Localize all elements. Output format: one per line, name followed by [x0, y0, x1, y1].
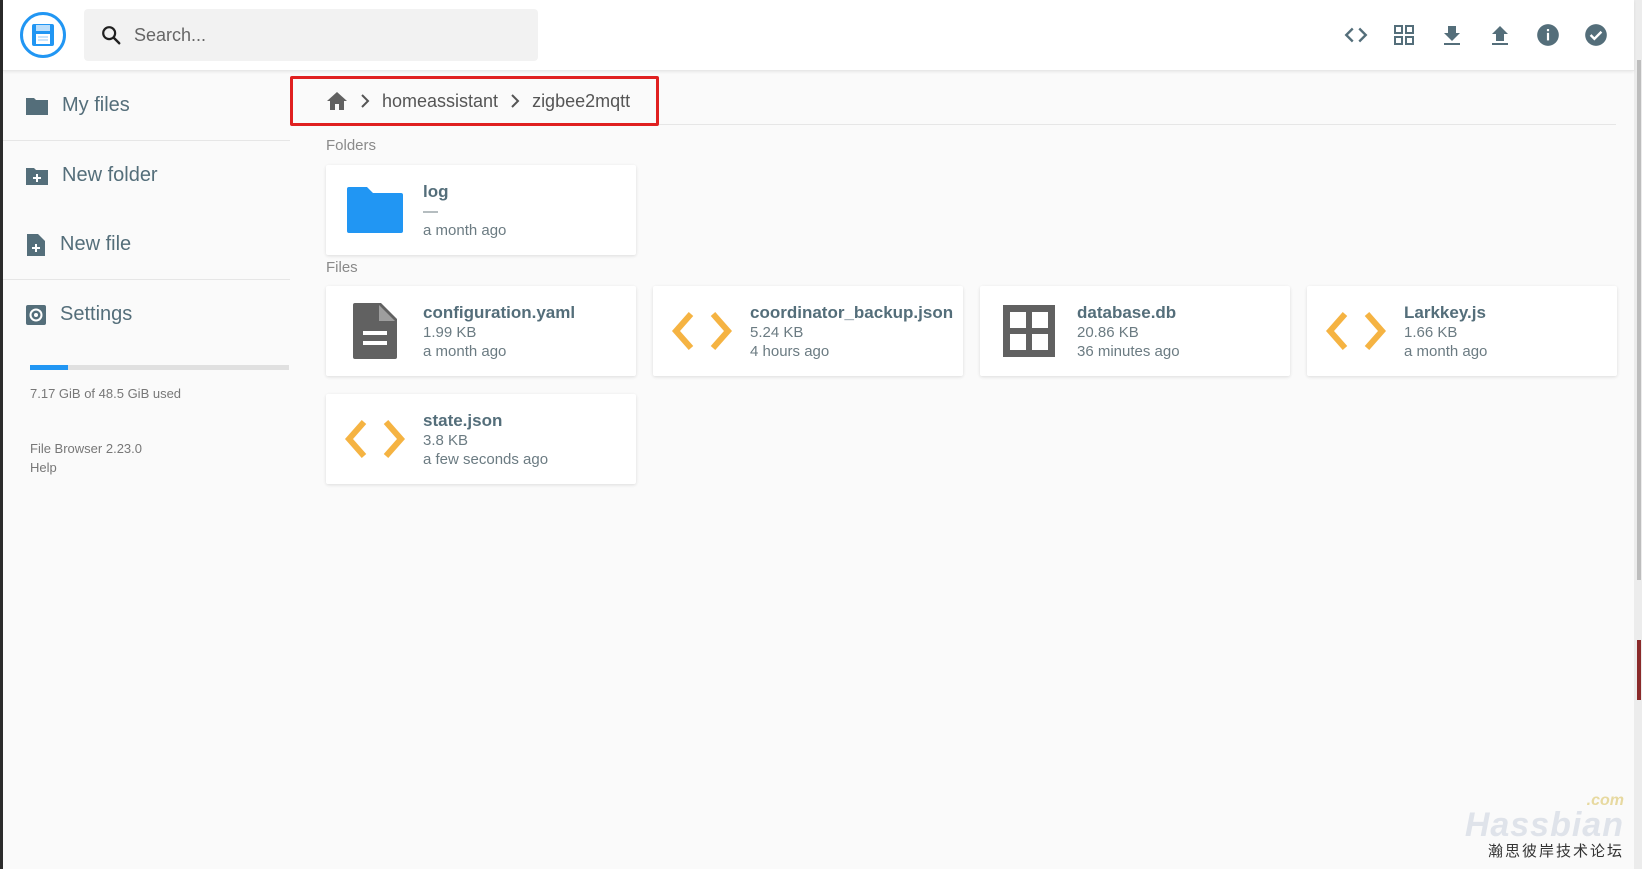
watermark-logo: Hassbian	[1464, 806, 1624, 844]
window-frame-right	[1634, 0, 1642, 869]
item-name: database.db	[1077, 302, 1177, 322]
item-modified: a month ago	[423, 221, 507, 239]
code-icon	[344, 420, 405, 458]
document-icon	[352, 303, 397, 359]
sidebar-item-my-files[interactable]: My files	[3, 71, 290, 140]
item-name: configuration.yaml	[423, 302, 576, 322]
folder-icon	[26, 97, 48, 115]
item-modified: a month ago	[1404, 342, 1488, 360]
upload-button[interactable]	[1480, 12, 1520, 58]
storage-bar-fill	[30, 365, 69, 370]
sidebar: My files New folder New file Settings 7.…	[3, 71, 290, 477]
sidebar-item-settings[interactable]: Settings	[3, 280, 290, 349]
search-input[interactable]	[134, 24, 514, 46]
switch-view-button[interactable]	[1384, 12, 1424, 58]
check-circle-icon	[1585, 24, 1607, 46]
grid-view-icon	[1394, 25, 1414, 45]
grid-icon	[1002, 305, 1055, 357]
item-size: 1.99 KB	[423, 323, 477, 341]
settings-icon	[26, 304, 46, 325]
item-name: state.json	[423, 410, 503, 430]
sidebar-item-new-folder[interactable]: New folder	[3, 141, 290, 210]
watermark: .com Hassbian 瀚思彼岸技术论坛	[1465, 792, 1624, 861]
item-name: log	[423, 181, 449, 201]
sidebar-item-label: New folder	[62, 164, 158, 186]
item-size: 1.66 KB	[1404, 323, 1458, 341]
sidebar-item-label: Settings	[60, 303, 133, 325]
storage-usage: 7.17 GiB of 48.5 GiB used	[3, 349, 290, 401]
file-item-larkkey-js[interactable]: Larkkey.js 1.66 KB a month ago	[1307, 286, 1617, 376]
code-icon	[1344, 27, 1368, 43]
file-item-coordinator-backup-json[interactable]: coordinator_backup.json 5.24 KB 4 hours …	[653, 286, 963, 376]
breadcrumb-item[interactable]: homeassistant	[382, 91, 498, 112]
home-icon[interactable]	[326, 91, 348, 111]
item-modified: a month ago	[423, 342, 507, 360]
item-size: 20.86 KB	[1077, 323, 1139, 341]
floppy-logo-icon	[32, 24, 54, 46]
toggle-code-button[interactable]	[1336, 12, 1376, 58]
divider	[659, 124, 1616, 125]
chevron-right-icon	[510, 94, 520, 108]
folder-item-log[interactable]: log — a month ago	[326, 165, 636, 255]
version-text: File Browser 2.23.0	[30, 441, 142, 456]
item-modified: 4 hours ago	[750, 342, 830, 360]
code-icon	[1325, 312, 1386, 350]
folder-icon	[346, 187, 403, 233]
info-icon	[1537, 24, 1559, 46]
folders-heading: Folders	[326, 137, 377, 154]
note-add-icon	[27, 233, 45, 256]
files-heading: Files	[326, 259, 358, 276]
download-button[interactable]	[1432, 12, 1472, 58]
file-item-state-json[interactable]: state.json 3.8 KB a few seconds ago	[326, 394, 636, 484]
create-folder-icon	[26, 167, 48, 185]
item-modified: 36 minutes ago	[1077, 342, 1180, 360]
item-size: —	[423, 202, 438, 220]
item-name: Larkkey.js	[1404, 302, 1486, 322]
item-modified: a few seconds ago	[423, 450, 549, 468]
storage-text: 7.17 GiB of 48.5 GiB used	[30, 386, 182, 401]
item-size: 3.8 KB	[423, 431, 469, 449]
header-toolbar	[1336, 12, 1616, 58]
top-bar	[3, 0, 1634, 71]
sidebar-item-label: New file	[60, 233, 132, 255]
item-size: 5.24 KB	[750, 323, 804, 341]
info-button[interactable]	[1528, 12, 1568, 58]
search-icon	[102, 26, 121, 45]
help-link[interactable]: Help	[30, 458, 290, 477]
chevron-right-icon	[360, 94, 370, 108]
credits: File Browser 2.23.0 Help	[3, 401, 290, 477]
storage-bar	[30, 365, 289, 370]
search-box[interactable]	[84, 9, 538, 61]
file-item-configuration-yaml[interactable]: configuration.yaml 1.99 KB a month ago	[326, 286, 636, 376]
file-item-database-db[interactable]: database.db 20.86 KB 36 minutes ago	[980, 286, 1290, 376]
app-logo[interactable]	[20, 12, 66, 58]
upload-icon	[1492, 26, 1508, 45]
item-name: coordinator_backup.json	[750, 302, 954, 322]
download-icon	[1444, 26, 1460, 45]
breadcrumb: homeassistant zigbee2mqtt	[290, 76, 659, 126]
watermark-subtitle: 瀚思彼岸技术论坛	[1487, 843, 1624, 860]
sidebar-item-new-file[interactable]: New file	[3, 210, 290, 279]
code-icon	[671, 312, 732, 350]
sidebar-item-label: My files	[62, 94, 130, 116]
breadcrumb-item[interactable]: zigbee2mqtt	[532, 91, 630, 112]
select-multiple-button[interactable]	[1576, 12, 1616, 58]
